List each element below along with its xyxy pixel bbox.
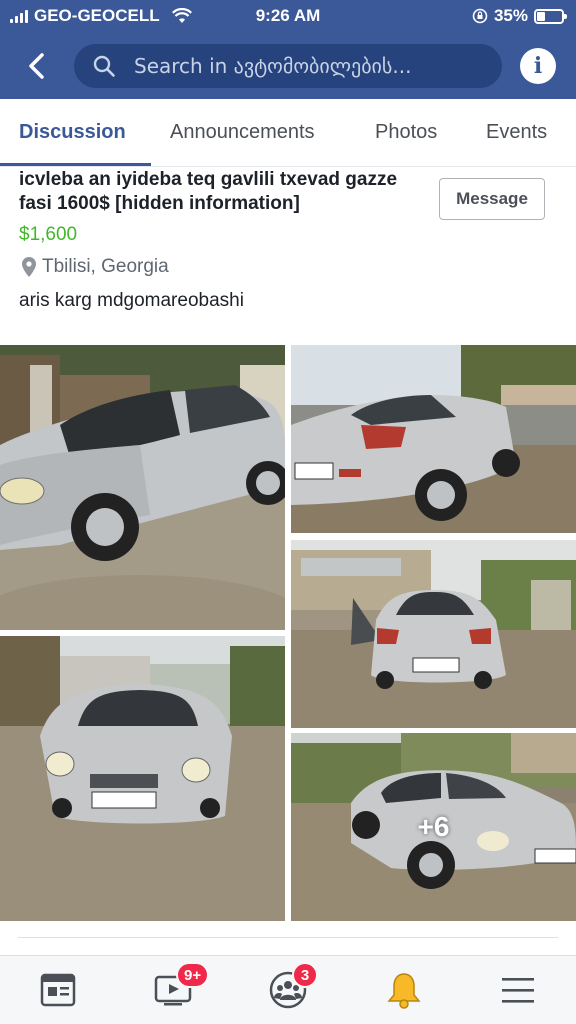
menu-icon[interactable] (498, 970, 538, 1010)
group-tabs: Discussion Announcements Photos Events (0, 99, 576, 167)
battery-icon (534, 8, 567, 24)
listing-photo-1[interactable] (0, 345, 285, 630)
message-button[interactable]: Message (439, 178, 545, 220)
search-icon (93, 55, 115, 77)
app-screen: GEO-GEOCELL 9:26 AM 35% Search in ავტომო… (0, 0, 576, 1024)
groups-badge: 3 (292, 962, 318, 988)
info-icon[interactable]: i (520, 48, 556, 84)
listing-photo-2[interactable] (291, 345, 576, 533)
active-tab-indicator (0, 163, 151, 166)
more-photos-count[interactable]: +6 (291, 733, 576, 921)
news-feed-icon[interactable] (38, 970, 78, 1010)
location-label: Tbilisi, Georgia (42, 256, 169, 277)
listing-title: icvleba an iyideba teq gavlili txevad ga… (19, 169, 398, 214)
tab-discussion[interactable]: Discussion (19, 121, 126, 144)
listing-photo-5[interactable]: +6 (291, 733, 576, 921)
search-input[interactable] (134, 54, 454, 78)
location-pin-icon (22, 257, 36, 277)
listing-location: Tbilisi, Georgia (22, 256, 169, 278)
notifications-bell-icon[interactable] (384, 970, 424, 1010)
rotation-lock-icon (472, 8, 488, 24)
status-bar: GEO-GEOCELL 9:26 AM 35% (0, 0, 576, 34)
tab-photos[interactable]: Photos (375, 121, 437, 144)
listing-photo-4[interactable] (0, 636, 285, 921)
listing-photo-3[interactable] (291, 540, 576, 728)
back-chevron-icon[interactable] (20, 50, 52, 82)
post-divider (18, 937, 558, 938)
tab-announcements[interactable]: Announcements (170, 121, 315, 144)
tab-events[interactable]: Events (486, 121, 547, 144)
battery-percent: 35% (493, 6, 528, 25)
bottom-navigation: 9+ 3 (0, 955, 576, 1024)
group-search-bar[interactable] (74, 44, 502, 88)
listing-price: $1,600 (19, 224, 78, 245)
top-header: GEO-GEOCELL 9:26 AM 35% Search in ავტომო… (0, 0, 576, 99)
video-badge: 9+ (176, 962, 210, 988)
listing-description: aris karg mdgomareobashi (19, 290, 244, 311)
status-right: 35% (472, 6, 567, 26)
